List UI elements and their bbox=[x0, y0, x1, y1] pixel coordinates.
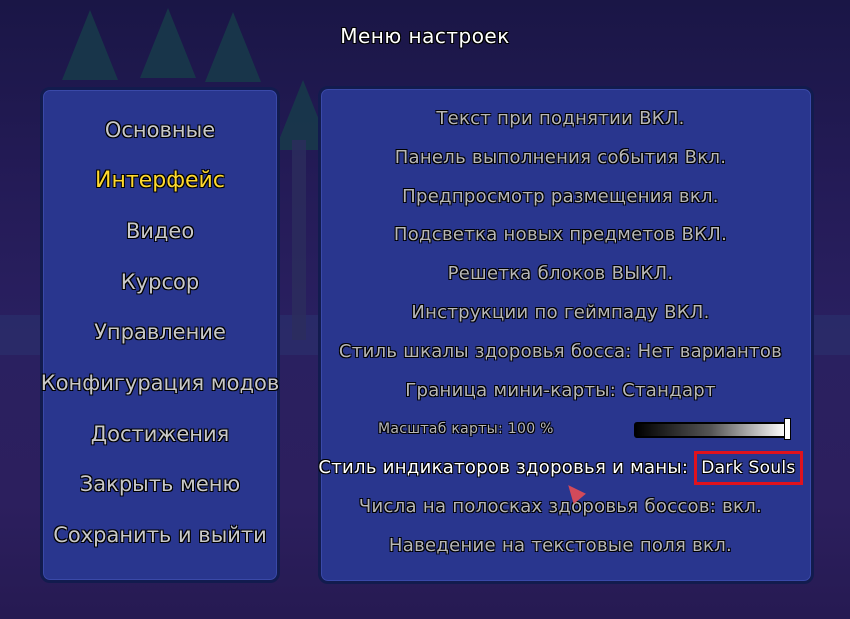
health-mana-style-value[interactable]: Dark Souls bbox=[694, 451, 803, 486]
option-minimap-border[interactable]: Граница мини-карты: Стандарт bbox=[308, 372, 813, 411]
category-video[interactable]: Видео bbox=[40, 213, 280, 264]
option-pickup-text[interactable]: Текст при поднятии ВКЛ. bbox=[308, 100, 813, 139]
category-interface[interactable]: Интерфейс bbox=[40, 163, 280, 214]
map-scale-slider[interactable] bbox=[634, 422, 788, 439]
option-placement-preview[interactable]: Предпросмотр размещения вкл. bbox=[308, 178, 813, 217]
option-boss-health-bar-style[interactable]: Стиль шкалы здоровья босса: Нет варианто… bbox=[308, 333, 813, 372]
map-scale-row: Масштаб карты: 100 % bbox=[308, 410, 813, 449]
page-title: Меню настроек bbox=[340, 24, 510, 48]
category-close-menu[interactable]: Закрыть меню bbox=[40, 466, 280, 517]
map-scale-slider-handle[interactable] bbox=[784, 418, 791, 441]
category-save-and-exit[interactable]: Сохранить и выйти bbox=[40, 517, 280, 568]
options-list: Текст при поднятии ВКЛ. Панель выполнени… bbox=[308, 100, 813, 566]
option-block-grid[interactable]: Решетка блоков ВЫКЛ. bbox=[308, 255, 813, 294]
option-health-mana-style[interactable]: Стиль индикаторов здоровья и маны: Dark … bbox=[308, 449, 813, 488]
category-mod-configuration[interactable]: Конфигурация модов bbox=[40, 365, 280, 416]
option-gamepad-instructions[interactable]: Инструкции по геймпаду ВКЛ. bbox=[308, 294, 813, 333]
category-controls[interactable]: Управление bbox=[40, 314, 280, 365]
category-general[interactable]: Основные bbox=[40, 112, 280, 163]
category-achievements[interactable]: Достижения bbox=[40, 416, 280, 467]
health-mana-style-label: Стиль индикаторов здоровья и маны: bbox=[318, 457, 689, 479]
category-cursor[interactable]: Курсор bbox=[40, 264, 280, 315]
option-event-progress-bar[interactable]: Панель выполнения события Вкл. bbox=[308, 139, 813, 178]
option-boss-health-numbers[interactable]: Числа на полосках здоровья боссов: вкл. bbox=[308, 488, 813, 527]
option-text-field-hover[interactable]: Наведение на текстовые поля вкл. bbox=[308, 527, 813, 566]
option-highlight-new-items[interactable]: Подсветка новых предметов ВКЛ. bbox=[308, 216, 813, 255]
map-scale-label: Масштаб карты: 100 % bbox=[378, 421, 554, 438]
category-list: Основные Интерфейс Видео Курсор Управлен… bbox=[40, 112, 280, 567]
background-tree-trunk bbox=[292, 140, 306, 340]
